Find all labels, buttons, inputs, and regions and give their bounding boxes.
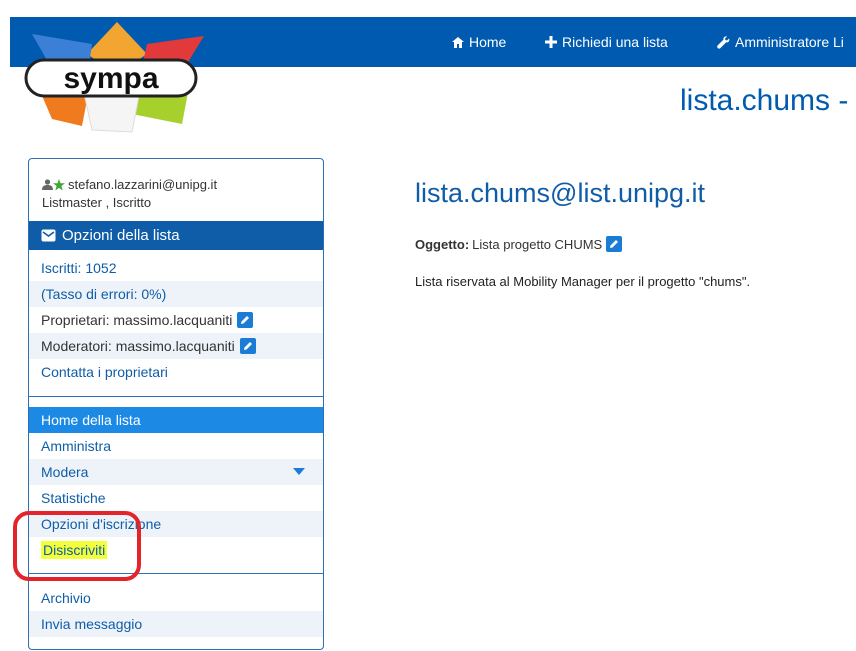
- logo-text: sympa: [63, 62, 158, 95]
- list-subject: Oggetto: Lista progetto CHUMS: [415, 236, 623, 252]
- contact-owners-link[interactable]: Contatta i proprietari: [29, 359, 323, 385]
- nav-admin-label: Amministratore Li: [735, 34, 844, 50]
- nav-home[interactable]: Home: [452, 17, 506, 67]
- nav-statistics[interactable]: Statistiche: [29, 485, 323, 511]
- list-options-title: Opzioni della lista: [62, 227, 180, 244]
- list-address-title: lista.chums@list.unipg.it: [415, 178, 706, 208]
- sidebar-divider: [29, 396, 323, 397]
- subscribers-count[interactable]: Iscritti: 1052: [29, 255, 323, 281]
- nav-admin[interactable]: Amministratore Li: [717, 17, 844, 67]
- chevron-down-icon[interactable]: [293, 468, 305, 475]
- user-email-line: stefano.lazzarini@unipg.it: [42, 177, 217, 192]
- nav-administer[interactable]: Amministra: [29, 433, 323, 459]
- user-info: stefano.lazzarini@unipg.it Listmaster , …: [29, 159, 323, 221]
- page-header-title: lista.chums -: [680, 84, 849, 117]
- nav-moderate-label: Modera: [41, 464, 89, 480]
- user-icon: [42, 179, 53, 190]
- moderators-label: Moderatori: massimo.lacquaniti: [41, 338, 235, 354]
- nav-archive[interactable]: Archivio: [29, 585, 323, 611]
- nav-home-label: Home: [469, 34, 507, 50]
- edit-subject-icon[interactable]: [606, 236, 623, 252]
- edit-owners-icon[interactable]: [237, 312, 254, 328]
- edit-moderators-icon[interactable]: [239, 338, 256, 354]
- error-rate: (Tasso di errori: 0%): [29, 281, 323, 307]
- owners-row: Proprietari: massimo.lacquaniti: [29, 307, 323, 333]
- wrench-icon: [717, 35, 730, 49]
- moderators-row: Moderatori: massimo.lacquaniti: [29, 333, 323, 359]
- nav-request-list-label: Richiedi una lista: [562, 34, 668, 50]
- nav-request-list[interactable]: Richiedi una lista: [545, 17, 668, 67]
- envelope-icon: [41, 229, 56, 242]
- subject-label: Oggetto:: [415, 236, 470, 252]
- sympa-logo[interactable]: sympa: [22, 14, 212, 140]
- home-icon: [452, 36, 464, 48]
- star-icon: [53, 178, 65, 190]
- owners-label: Proprietari: massimo.lacquaniti: [41, 312, 233, 328]
- plus-icon: [545, 36, 557, 48]
- nav-moderate[interactable]: Modera: [29, 459, 323, 485]
- user-roles: Listmaster , Iscritto: [42, 195, 152, 210]
- nav-send-message[interactable]: Invia messaggio: [29, 611, 323, 637]
- annotation-circle: [13, 511, 141, 581]
- subject-value: Lista progetto CHUMS: [472, 236, 603, 252]
- nav-list-home[interactable]: Home della lista: [29, 407, 323, 433]
- list-description: Lista riservata al Mobility Manager per …: [415, 274, 751, 289]
- user-email: stefano.lazzarini@unipg.it: [68, 177, 218, 192]
- list-options-header: Opzioni della lista: [29, 221, 323, 250]
